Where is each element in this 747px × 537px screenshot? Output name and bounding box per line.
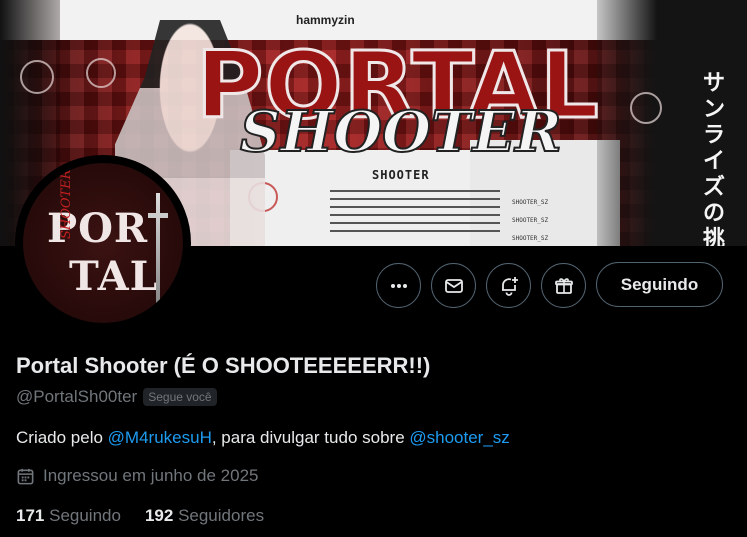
handle: @PortalSh00ter (16, 387, 138, 406)
calendar-icon (17, 468, 34, 484)
handle-row: @PortalSh00ter Segue você (16, 387, 217, 407)
follows-you-badge: Segue você (143, 388, 217, 406)
sword-icon (156, 193, 160, 303)
banner-japanese-text: サンライズの挑戦 (702, 70, 725, 246)
display-name: Portal Shooter (É O SHOOTEEEEERR!!) (16, 353, 431, 378)
bio-mention-creator[interactable]: @M4rukesuH (108, 428, 212, 447)
bell-plus-icon (501, 276, 518, 296)
banner-social-instagram: SHOOTER_SZ (512, 235, 549, 242)
envelope-icon (444, 278, 463, 293)
following-label: Seguindo (49, 506, 121, 525)
banner-socials: SHOOTER_SZ SHOOTER_SZ SHOOTER_SZ (512, 194, 548, 246)
banner-social-x: SHOOTER_SZ (512, 217, 549, 224)
banner-social-spotify: SHOOTER_SZ (512, 199, 549, 206)
sword-guard-icon (148, 213, 168, 218)
avatar-logo-sub: SHOOTER (59, 169, 74, 239)
banner-swirl (630, 92, 662, 124)
message-button[interactable] (431, 263, 476, 308)
more-button[interactable] (376, 263, 421, 308)
following-button[interactable]: Seguindo (596, 262, 723, 307)
banner-heading: SHOOTER (372, 168, 430, 182)
followers-label: Seguidores (178, 506, 265, 525)
more-icon (390, 283, 407, 288)
banner-bio-lines (330, 184, 500, 238)
gift-icon (554, 277, 573, 294)
banner-swirl (86, 58, 116, 88)
follow-stats: 171 Seguindo 192 Seguidores (16, 506, 264, 526)
bio-mention-shooter[interactable]: @shooter_sz (409, 428, 509, 447)
joined-text: Ingressou em junho de 2025 (43, 466, 259, 485)
banner-brand: hammyzin (296, 13, 355, 27)
bio-text: , para divulgar tudo sobre (211, 428, 410, 447)
avatar-logo-line2: TAL (69, 253, 159, 300)
joined-date: Ingressou em junho de 2025 (16, 466, 259, 486)
followers-stat[interactable]: 192 Seguidores (145, 506, 264, 526)
avatar-image: POR TAL SHOOTER (23, 163, 183, 323)
notifications-button[interactable] (486, 263, 531, 308)
gift-button[interactable] (541, 263, 586, 308)
followers-count: 192 (144, 506, 174, 525)
banner-swirl (20, 60, 54, 94)
following-count: 171 (16, 506, 45, 525)
avatar[interactable]: POR TAL SHOOTER (15, 155, 191, 331)
bio: Criado pelo @M4rukesuH, para divulgar tu… (16, 428, 510, 448)
banner-script-text: SHOOTER (239, 99, 563, 165)
following-stat[interactable]: 171 Seguindo (16, 506, 121, 526)
bio-text: Criado pelo (16, 428, 108, 447)
